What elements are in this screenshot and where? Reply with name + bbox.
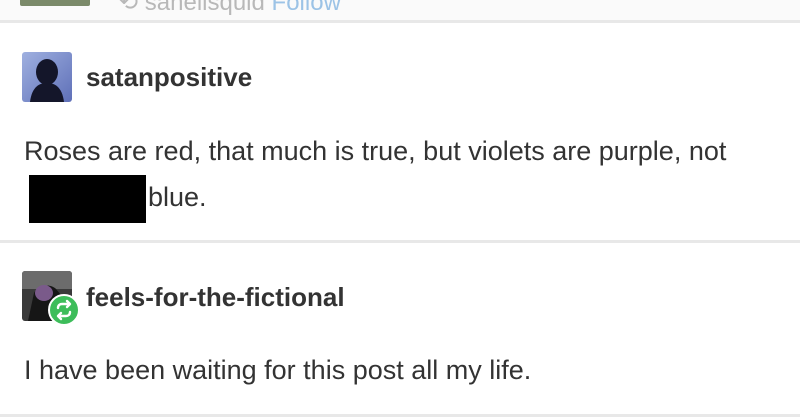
previous-post-footer: ⟲ sahelisquid Follow [0, 0, 800, 22]
post-username[interactable]: feels-for-the-fictional [86, 282, 345, 313]
silhouette-avatar-icon[interactable] [22, 52, 72, 102]
follow-link[interactable]: Follow [272, 0, 341, 16]
reblog-source-name[interactable]: sahelisquid [145, 0, 265, 16]
post-text-end: blue. [148, 182, 207, 212]
reblog-attribution: ⟲ sahelisquid Follow [118, 0, 341, 17]
post-divider [0, 20, 800, 23]
previous-avatar[interactable] [20, 0, 90, 6]
post-body: Roses are red, that much is true, but vi… [24, 128, 764, 223]
reblog-icon [48, 294, 80, 326]
post-username[interactable]: satanpositive [86, 62, 252, 93]
post-body: I have been waiting for this post all my… [24, 355, 532, 385]
reblog-arrow-icon: ⟲ [118, 0, 145, 16]
post-divider [0, 414, 800, 417]
post-text: Roses are red, that much is true, but vi… [24, 136, 727, 166]
post-divider [0, 240, 800, 243]
redaction-bar [29, 175, 146, 223]
